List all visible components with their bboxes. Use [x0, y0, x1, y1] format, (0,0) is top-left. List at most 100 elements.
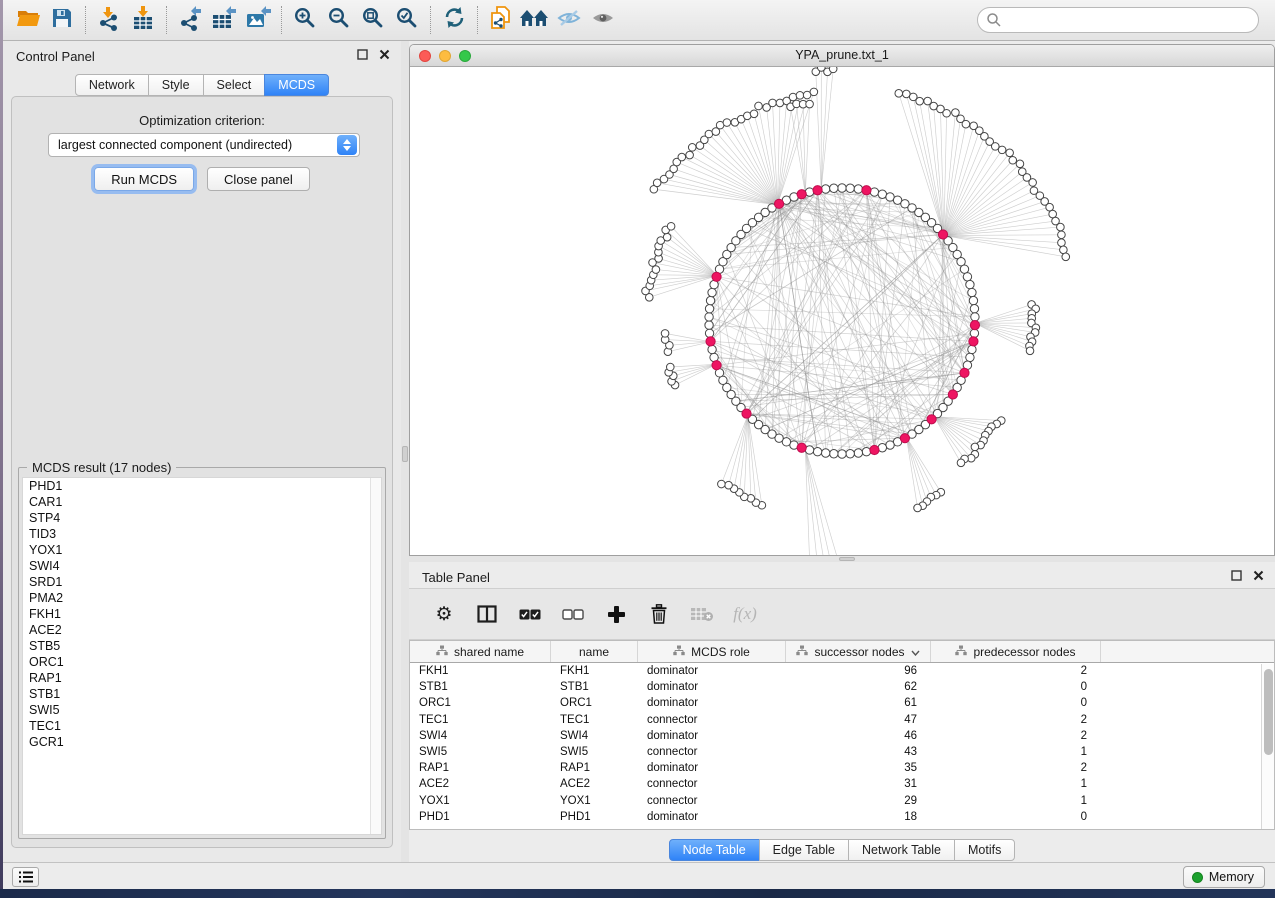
network-titlebar[interactable]: YPA_prune.txt_1 [410, 45, 1274, 67]
close-panel-icon[interactable] [1252, 569, 1265, 582]
table-settings-button[interactable]: ⚙ [431, 601, 457, 627]
table-row[interactable]: TEC1TEC1connector472 [410, 712, 1274, 728]
first-neighbors-button[interactable] [518, 4, 552, 36]
network-canvas[interactable] [410, 67, 1274, 556]
refresh-layout-button[interactable] [437, 4, 471, 36]
toolbar-separator [430, 6, 431, 34]
zoom-out-button[interactable] [322, 4, 356, 36]
close-window-icon[interactable] [419, 50, 431, 62]
result-node-item[interactable]: PMA2 [23, 590, 381, 606]
result-node-item[interactable]: SWI5 [23, 702, 381, 718]
maximize-window-icon[interactable] [459, 50, 471, 62]
result-node-item[interactable]: STP4 [23, 510, 381, 526]
table-row[interactable]: YOX1YOX1connector291 [410, 793, 1274, 809]
result-node-item[interactable]: STB1 [23, 686, 381, 702]
select-all-button[interactable] [517, 601, 543, 627]
table-row[interactable]: ACE2ACE2connector311 [410, 776, 1274, 792]
result-node-item[interactable]: FKH1 [23, 606, 381, 622]
delete-column-button[interactable] [646, 601, 672, 627]
checked-boxes-icon [519, 609, 541, 620]
zoom-in-button[interactable] [288, 4, 322, 36]
table-panel-title: Table Panel [422, 570, 490, 585]
delete-table-icon [690, 606, 714, 622]
table-row[interactable]: SWI4SWI4dominator462 [410, 728, 1274, 744]
close-panel-icon[interactable] [378, 48, 391, 61]
table-scrollbar-thumb[interactable] [1264, 669, 1273, 755]
tab-style[interactable]: Style [148, 74, 204, 96]
tab-mcds[interactable]: MCDS [264, 74, 329, 96]
table-row[interactable]: ORC1ORC1dominator610 [410, 695, 1274, 711]
criterion-select[interactable]: largest connected component (undirected) [48, 133, 360, 157]
search-input[interactable] [977, 7, 1259, 33]
close-panel-button[interactable]: Close panel [207, 167, 310, 191]
cell-MCDS-role: dominator [638, 665, 786, 677]
table-row[interactable]: FKH1FKH1dominator962 [410, 663, 1274, 679]
result-node-item[interactable]: SWI4 [23, 558, 381, 574]
column-panel-button[interactable] [474, 601, 500, 627]
save-session-button[interactable] [45, 4, 79, 36]
result-node-item[interactable]: SRD1 [23, 574, 381, 590]
result-node-item[interactable]: TEC1 [23, 718, 381, 734]
cell-successor-nodes: 31 [786, 778, 931, 790]
hide-selected-button[interactable] [552, 4, 586, 36]
column-header-predecessor-nodes[interactable]: predecessor nodes [931, 641, 1101, 662]
float-panel-icon[interactable] [1230, 569, 1243, 582]
column-header-successor-nodes[interactable]: successor nodes [786, 641, 931, 662]
tab-network-table[interactable]: Network Table [848, 839, 955, 861]
float-panel-icon[interactable] [356, 48, 369, 61]
add-column-button[interactable] [603, 601, 629, 627]
memory-button[interactable]: Memory [1183, 866, 1265, 888]
result-node-item[interactable]: CAR1 [23, 494, 381, 510]
result-node-item[interactable]: ACE2 [23, 622, 381, 638]
cell-name: PHD1 [551, 811, 638, 823]
result-node-item[interactable]: PHD1 [23, 478, 381, 494]
zoom-selected-button[interactable] [390, 4, 424, 36]
tab-select[interactable]: Select [203, 74, 266, 96]
cell-MCDS-role: dominator [638, 681, 786, 693]
open-session-button[interactable] [11, 4, 45, 36]
result-list-scrollbar[interactable] [370, 478, 381, 834]
export-image-button[interactable] [241, 4, 275, 36]
mcds-result-groupbox: MCDS result (17 nodes) PHD1CAR1STP4TID3Y… [18, 467, 386, 839]
cell-MCDS-role: dominator [638, 730, 786, 742]
desktop: Control Panel NetworkStyleSelectMCDS Opt… [0, 0, 1275, 898]
table-scrollbar[interactable] [1261, 664, 1274, 829]
task-history-button[interactable] [12, 867, 39, 887]
table-row[interactable]: PHD1PHD1dominator180 [410, 809, 1274, 825]
export-table-button[interactable] [207, 4, 241, 36]
memory-status-dot [1192, 872, 1203, 883]
houses-icon [519, 6, 551, 35]
export-network-button[interactable] [173, 4, 207, 36]
vertical-splitter[interactable] [401, 41, 409, 862]
column-header-MCDS-role[interactable]: MCDS role [638, 641, 786, 662]
deselect-all-button[interactable] [560, 601, 586, 627]
result-node-item[interactable]: GCR1 [23, 734, 381, 750]
cell-shared-name: TEC1 [410, 714, 551, 726]
tab-node-table[interactable]: Node Table [669, 839, 760, 861]
table-row[interactable]: STB1STB1dominator620 [410, 679, 1274, 695]
tab-network[interactable]: Network [75, 74, 149, 96]
result-node-item[interactable]: ORC1 [23, 654, 381, 670]
result-node-item[interactable]: YOX1 [23, 542, 381, 558]
minimize-window-icon[interactable] [439, 50, 451, 62]
cell-name: FKH1 [551, 665, 638, 677]
cell-predecessor-nodes: 0 [931, 811, 1101, 823]
tab-motifs[interactable]: Motifs [954, 839, 1015, 861]
column-header-shared-name[interactable]: shared name [410, 641, 551, 662]
result-node-item[interactable]: TID3 [23, 526, 381, 542]
tab-edge-table[interactable]: Edge Table [759, 839, 849, 861]
zoom-fit-button[interactable] [356, 4, 390, 36]
cell-name: SWI4 [551, 730, 638, 742]
column-header-name[interactable]: name [551, 641, 638, 662]
network-graph[interactable] [410, 67, 1275, 556]
clone-network-button[interactable] [484, 4, 518, 36]
result-node-item[interactable]: RAP1 [23, 670, 381, 686]
plus-icon [607, 605, 626, 624]
table-row[interactable]: SWI5SWI5connector431 [410, 744, 1274, 760]
import-network-button[interactable] [92, 4, 126, 36]
result-node-item[interactable]: STB5 [23, 638, 381, 654]
show-all-button[interactable] [586, 4, 620, 36]
import-table-button[interactable] [126, 4, 160, 36]
table-row[interactable]: RAP1RAP1dominator352 [410, 760, 1274, 776]
run-mcds-button[interactable]: Run MCDS [94, 167, 194, 191]
